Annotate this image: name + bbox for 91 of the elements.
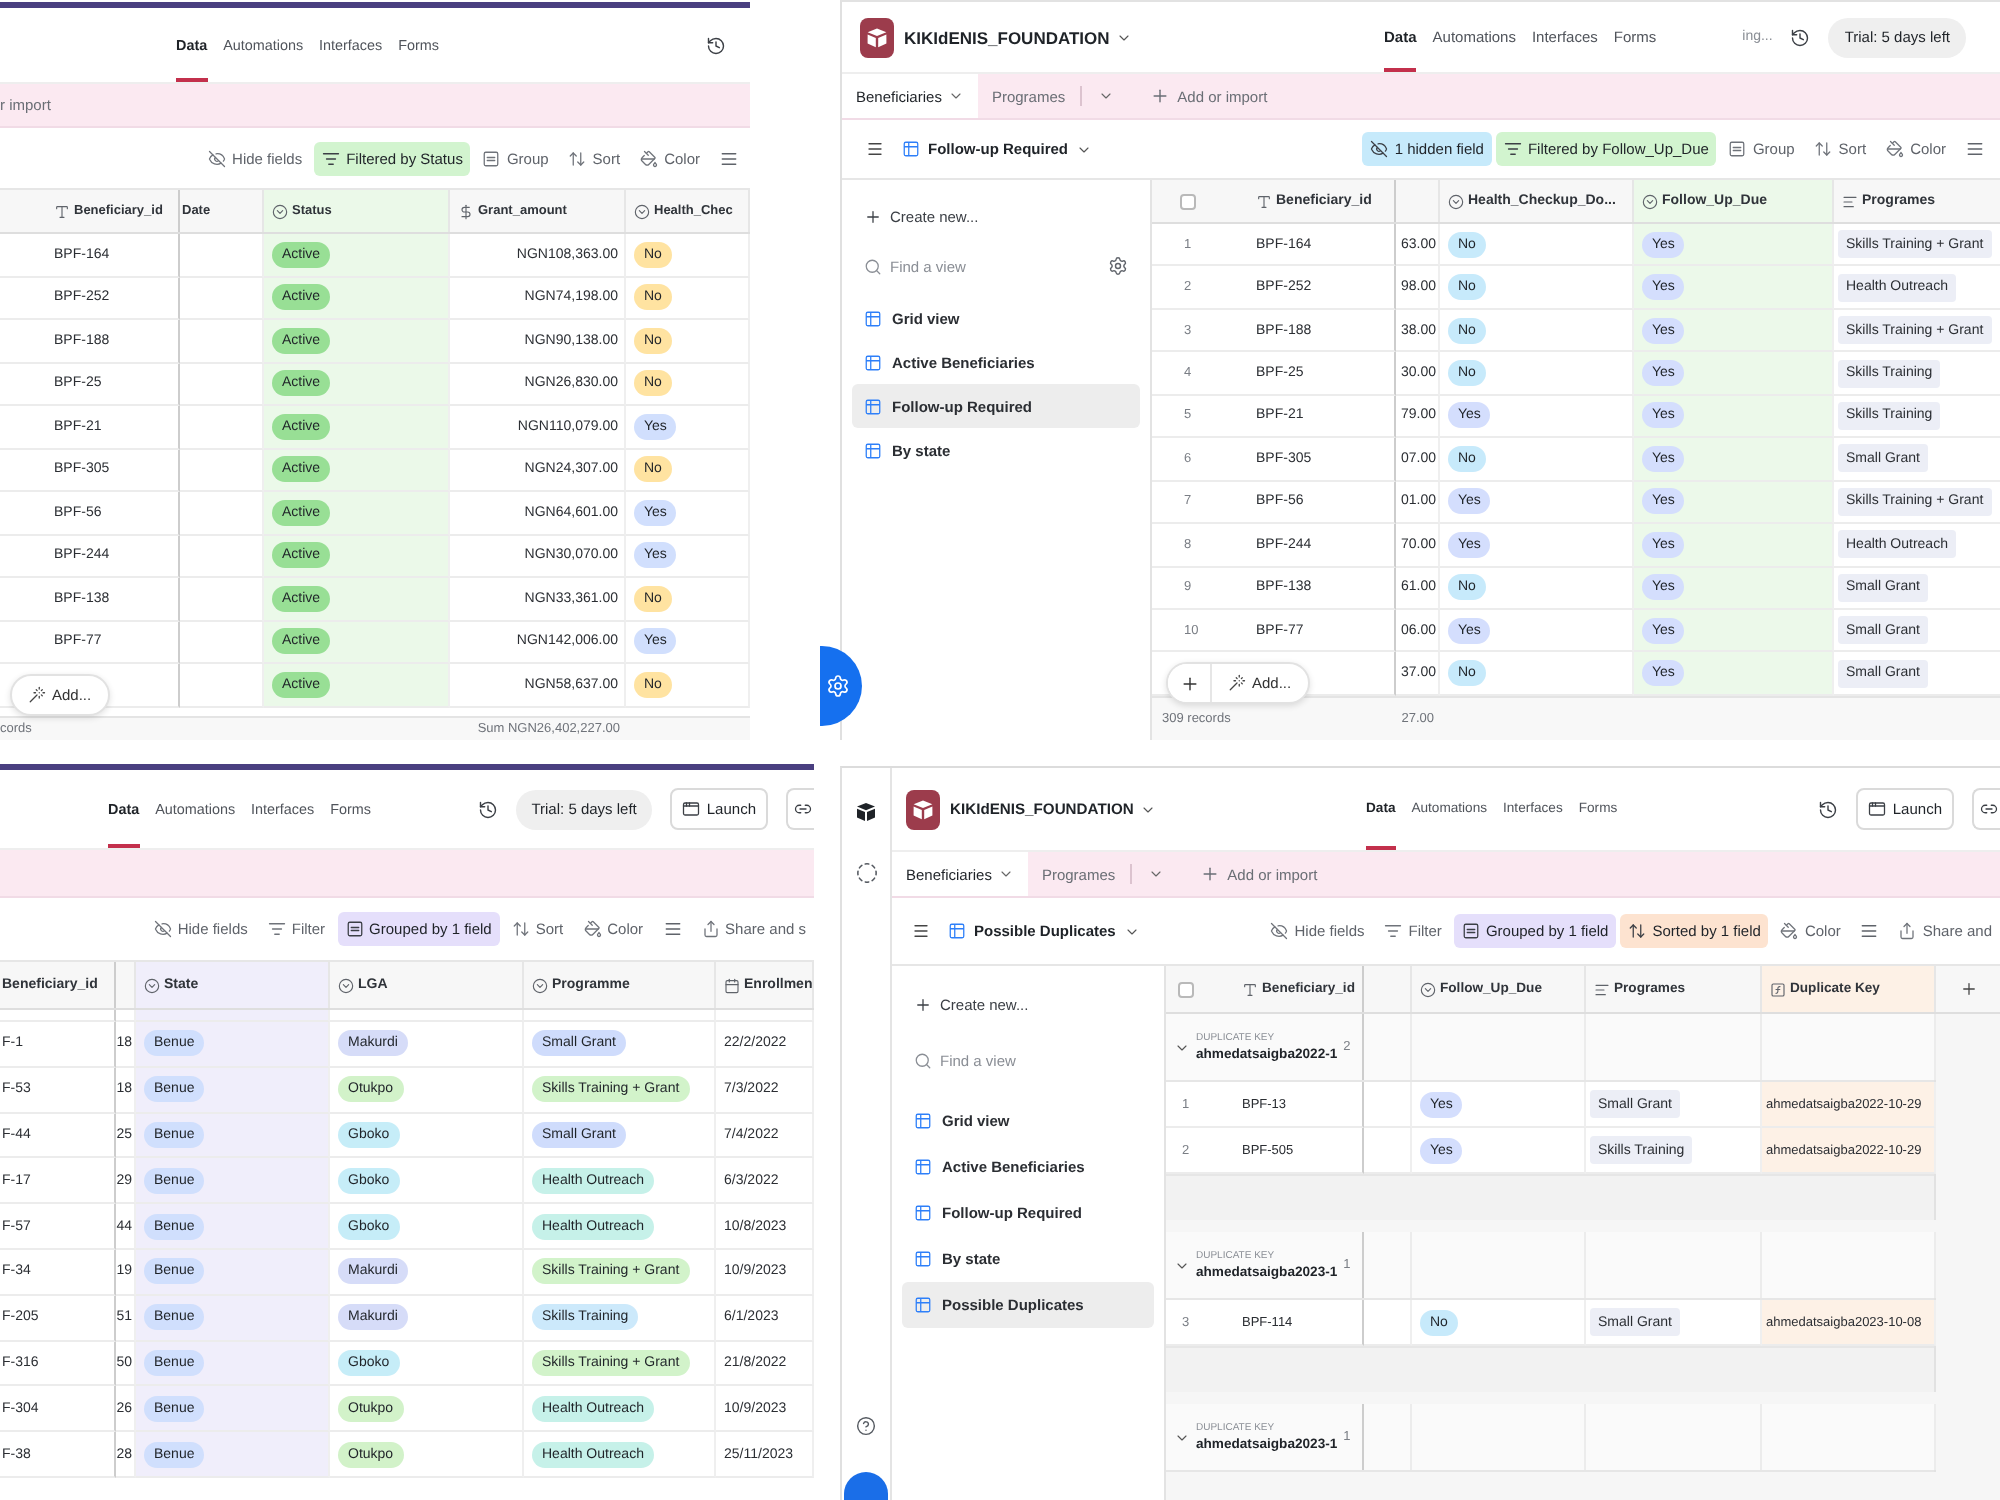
share-icon [701,920,720,938]
sort-icon [511,920,530,938]
help-icon[interactable] [856,1416,876,1436]
window-icon [682,800,701,818]
select-all-checkbox[interactable] [1180,193,1196,209]
history-icon[interactable] [1790,27,1811,47]
chevron-circle-icon [272,203,288,219]
chevron-circle-icon [1448,193,1464,209]
search-icon [914,1052,932,1070]
chevron-circle-icon [338,977,354,993]
sort-icon [568,149,587,167]
search-icon [864,257,882,275]
filter-icon [322,149,341,167]
plus-icon [1199,864,1220,884]
chevron-circle-icon [532,977,548,993]
grid-icon [864,397,882,415]
paint-bucket-icon [1780,922,1799,940]
sort-icon [1814,140,1833,158]
history-icon[interactable] [1818,799,1839,819]
grid-icon [914,1204,932,1222]
square-lines-icon [482,149,501,167]
lines-icon[interactable] [720,149,738,167]
chevron-circle-icon [144,977,160,993]
grid-icon [914,1296,932,1314]
paint-bucket-icon [1886,140,1905,158]
eye-off-icon [1270,922,1289,940]
list-icon [1842,193,1858,209]
plus-icon [1960,980,1978,998]
select-all-checkbox[interactable] [1178,981,1194,997]
text-type-icon [1242,981,1258,997]
grid-icon [902,140,920,158]
share-icon [1898,922,1917,940]
menu-icon[interactable] [866,140,884,158]
dollar-icon [458,203,474,219]
plus-icon [1179,673,1199,693]
lines-icon[interactable] [1966,140,1984,158]
lines-icon[interactable] [663,920,682,938]
caret-icon [1147,866,1164,882]
plus-icon [864,207,882,225]
window-icon [1868,800,1887,818]
list-icon [1594,981,1610,997]
base-menu-button[interactable]: KIKIdENIS_FOUNDATION [904,27,1132,47]
caret-icon [947,88,964,104]
chevron-circle-icon [634,203,650,219]
sort-icon [1628,922,1647,940]
add-record-button[interactable] [1168,664,1212,702]
plus-icon [1149,86,1170,106]
cube-logo-icon[interactable] [856,802,876,822]
grid-icon [864,353,882,371]
square-lines-icon [1728,140,1747,158]
link-icon [1980,800,1998,818]
filter-icon [1503,140,1522,158]
caret-icon [997,866,1014,882]
paint-bucket-icon [640,149,659,167]
square-lines-icon [1461,922,1480,940]
wand-icon [28,686,46,704]
eye-off-icon [153,920,172,938]
history-icon[interactable] [706,35,726,55]
text-type-icon [54,203,70,219]
menu-icon[interactable] [912,922,930,940]
base-logo-icon[interactable] [860,17,894,57]
grid-icon [914,1112,932,1130]
chevron-circle-icon [1420,981,1436,997]
chevron-circle-icon [1642,193,1658,209]
link-icon [794,800,812,818]
caret-icon [1097,88,1114,104]
paint-bucket-icon [583,920,602,938]
filter-icon [1384,922,1403,940]
function-icon [1770,981,1786,997]
grid-icon [914,1250,932,1268]
avatar[interactable] [844,1472,888,1500]
calendar-icon [724,977,740,993]
wand-icon [1228,674,1246,692]
link-button[interactable] [786,788,814,830]
history-icon[interactable] [477,799,498,819]
lines-icon[interactable] [1860,922,1879,940]
text-type-icon [1256,193,1272,209]
grid-icon [864,309,882,327]
gear-icon [826,674,850,698]
eye-off-icon [208,149,227,167]
filter-icon [267,920,286,938]
base-logo-icon[interactable] [906,789,940,829]
settings-icon[interactable] [1108,256,1128,276]
eye-off-icon [1370,140,1389,158]
link-button[interactable] [1972,788,2000,830]
grid-icon [948,922,966,940]
dashed-circle-icon [855,862,877,884]
plus-icon [914,996,932,1014]
grid-icon [864,441,882,459]
grid-icon [914,1158,932,1176]
square-lines-icon [345,920,364,938]
